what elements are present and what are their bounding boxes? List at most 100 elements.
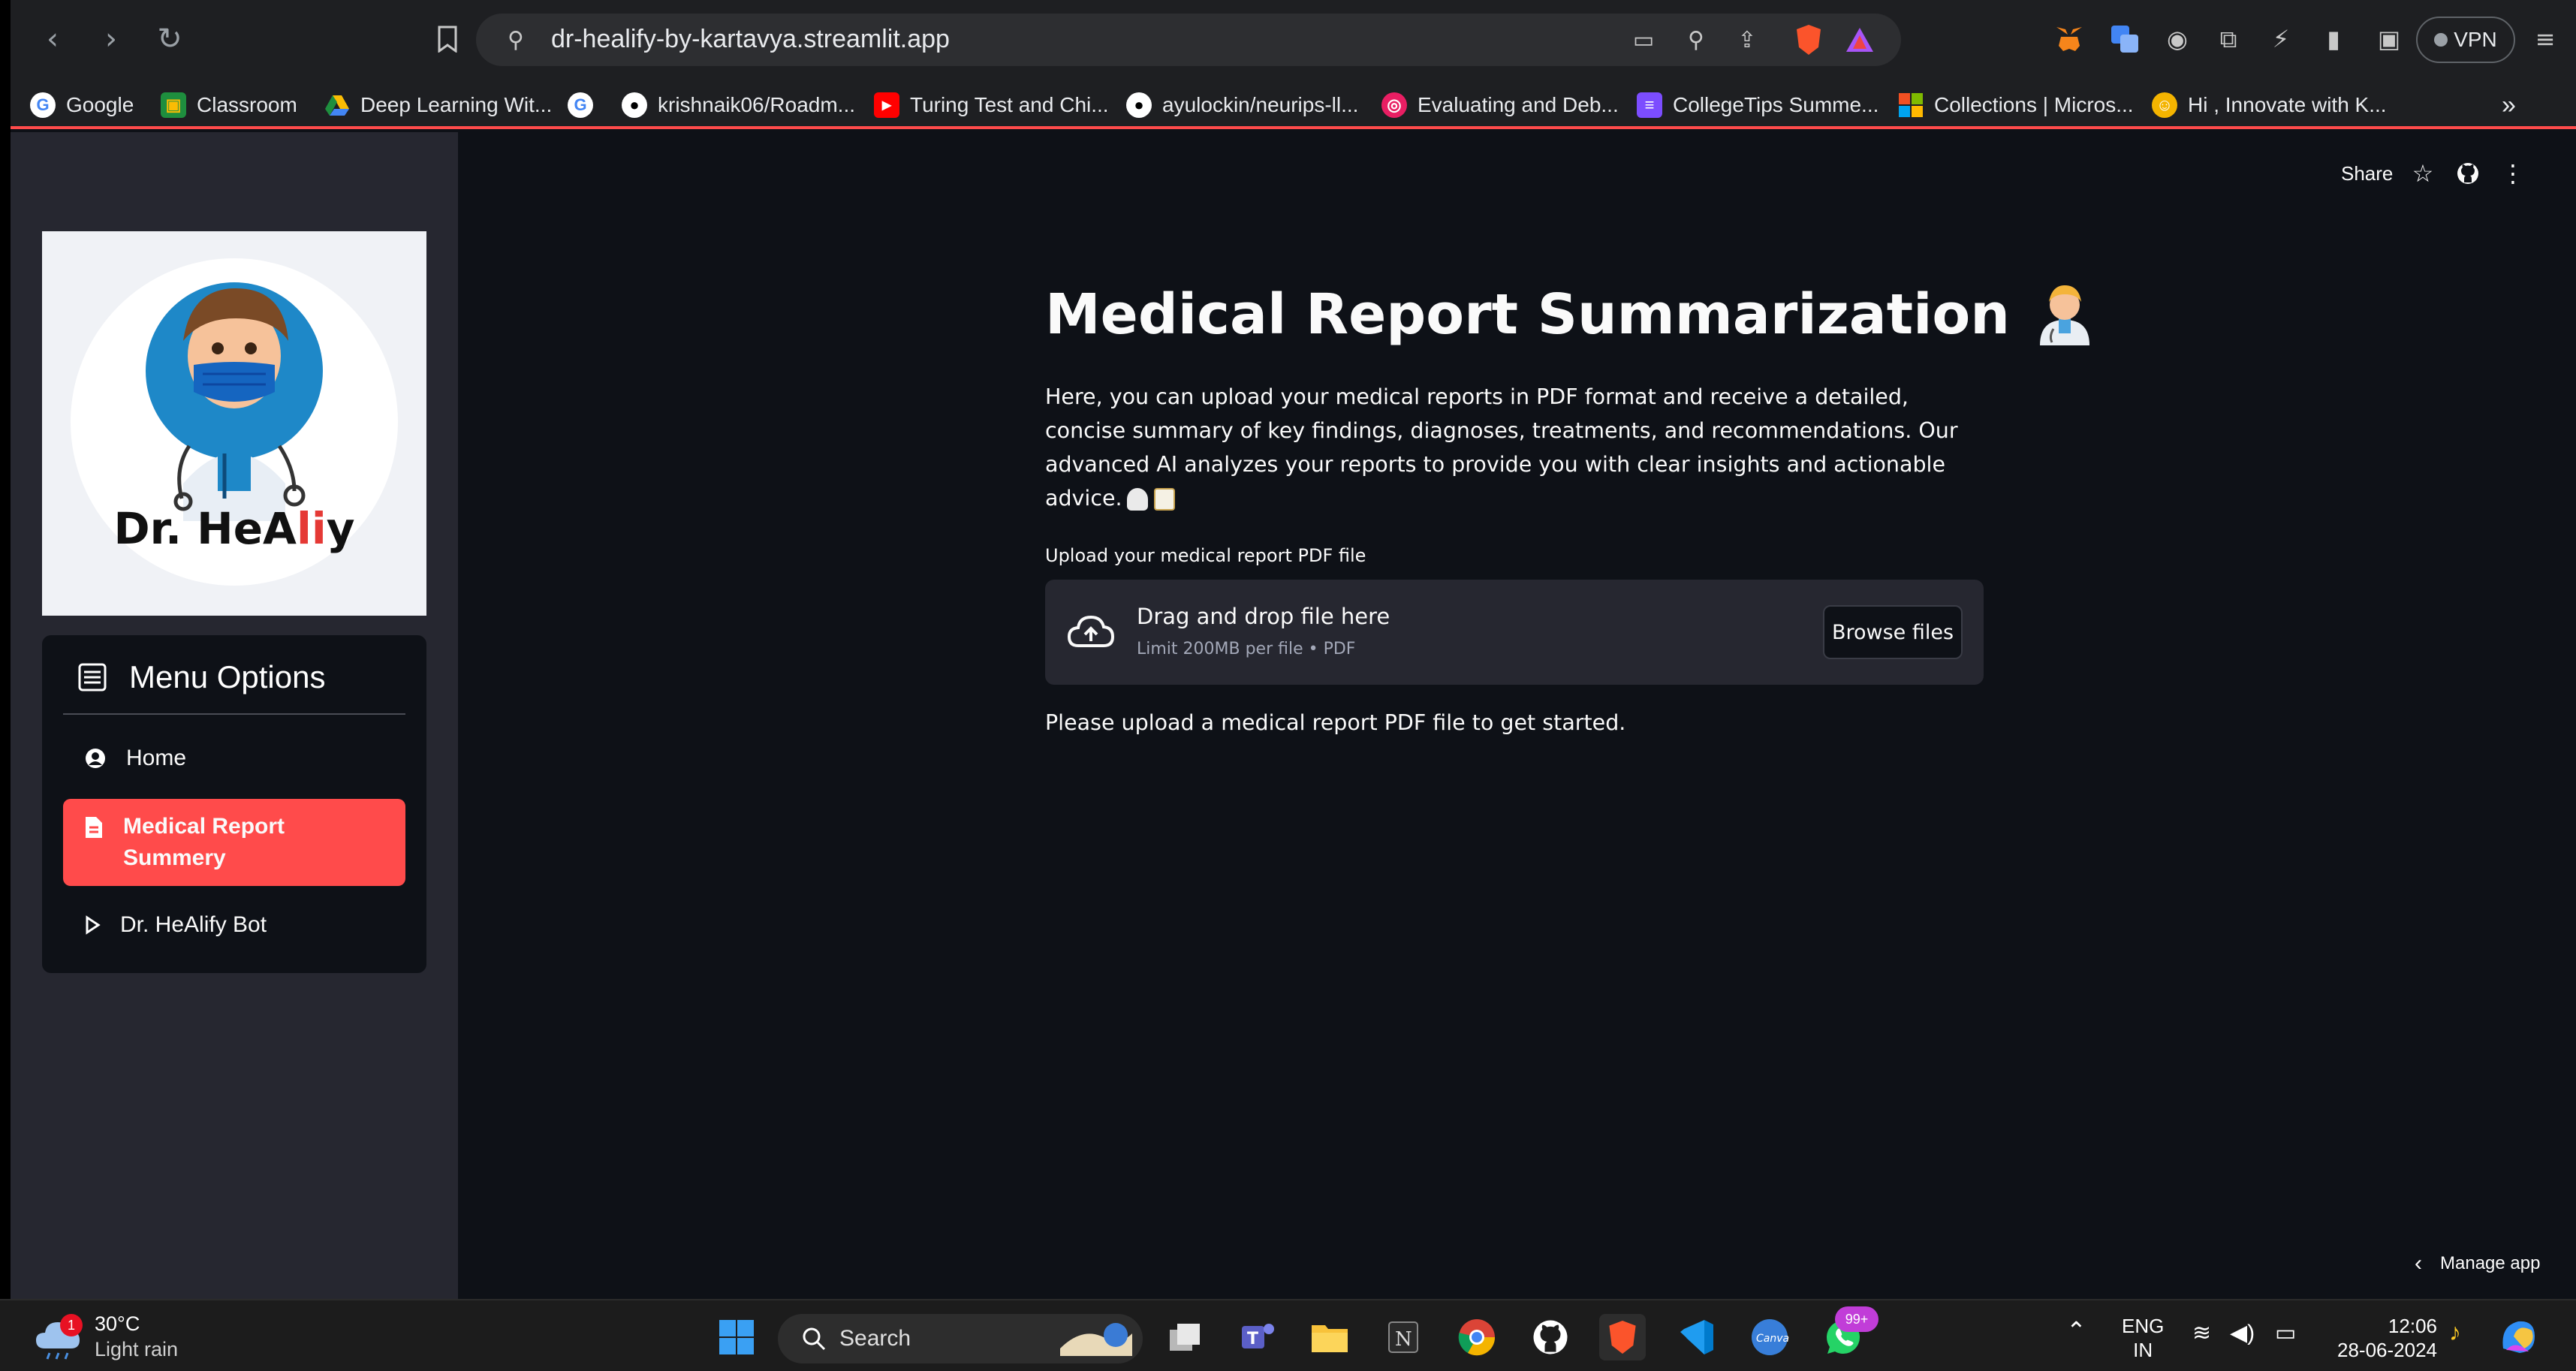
bookmark-evaluating[interactable]: ◎ Evaluating and Deb...: [1381, 90, 1619, 120]
bookmark-innovate[interactable]: ☺ Hi , Innovate with K...: [2152, 90, 2387, 120]
sidebar-item-home[interactable]: Home: [63, 737, 405, 779]
logo-text-suffix: y: [326, 503, 355, 554]
clipboard-emoji-icon: [1153, 488, 1175, 511]
bookmark-collegetips[interactable]: ≡ CollegeTips Summe...: [1637, 90, 1879, 120]
list-icon: ≡: [1637, 92, 1662, 118]
overflow-label: »: [2502, 90, 2516, 119]
clock-date: 28-06-2024: [2337, 1339, 2437, 1361]
youtube-icon: ▶: [874, 92, 899, 118]
notion-icon[interactable]: N: [1380, 1314, 1427, 1360]
more-options-icon[interactable]: ⋮: [2496, 156, 2530, 191]
google-icon: G: [30, 92, 56, 118]
brave-shields-icon[interactable]: [1790, 21, 1827, 59]
clock[interactable]: 12:06 28-06-2024: [2324, 1314, 2437, 1362]
forward-icon[interactable]: ›: [89, 17, 134, 62]
github-desktop-icon[interactable]: [1527, 1314, 1574, 1360]
chrome-icon[interactable]: [1454, 1314, 1500, 1360]
bookmark-label: Classroom: [197, 93, 297, 116]
bookmark-deep-learning[interactable]: Deep Learning Wit...: [324, 90, 552, 120]
show-hidden-icons[interactable]: ⌃: [2066, 1318, 2086, 1342]
dropzone-limit: Limit 200MB per file • PDF: [1137, 640, 1356, 658]
sidebar-item-medical-report-summery[interactable]: Medical Report Summery: [63, 799, 405, 886]
weather-badge: 1: [60, 1314, 83, 1336]
cast-icon[interactable]: ▭: [1625, 21, 1662, 59]
sidebar-item-dr-healify-bot[interactable]: Dr. HeAlify Bot: [63, 904, 405, 946]
github-icon[interactable]: [2451, 156, 2485, 191]
start-button[interactable]: [713, 1314, 760, 1360]
file-explorer-icon[interactable]: [1306, 1314, 1353, 1360]
volume-icon[interactable]: ◀): [2230, 1321, 2255, 1345]
github-icon: ●: [1126, 92, 1152, 118]
description-text: Here, you can upload your medical report…: [1045, 384, 1958, 511]
search-label: Search: [839, 1326, 911, 1351]
file-dropzone[interactable]: Drag and drop file here Limit 200MB per …: [1045, 580, 1984, 685]
extensions-icon[interactable]: ⧉: [2209, 20, 2248, 59]
share-page-icon[interactable]: ⇪: [1728, 21, 1766, 59]
sidebar: Dr. HeAliy Menu Options Home Medical Rep…: [11, 132, 458, 1299]
performance-icon[interactable]: ⚡: [2261, 20, 2300, 59]
bookmark-google[interactable]: G Google: [30, 90, 134, 120]
camera-extension-icon[interactable]: ◉: [2158, 20, 2197, 59]
bookmark-label: Google: [66, 93, 134, 116]
bookmarks-overflow-button[interactable]: »: [2502, 90, 2516, 120]
share-button[interactable]: Share: [2341, 162, 2393, 185]
canva-icon[interactable]: Canva: [1746, 1314, 1793, 1360]
translate-extension-icon[interactable]: [2105, 20, 2144, 59]
url-text: dr-healify-by-kartavya.streamlit.app: [551, 25, 950, 53]
reload-icon[interactable]: ↻: [147, 17, 192, 62]
vpn-label: VPN: [2454, 28, 2497, 51]
teams-icon[interactable]: T: [1234, 1314, 1281, 1360]
wallet-icon[interactable]: ▣: [2370, 20, 2409, 59]
target-icon: ◎: [1381, 92, 1407, 118]
upload-label: Upload your medical report PDF file: [1045, 545, 1366, 566]
weather-widget[interactable]: 1 30°C Light rain: [30, 1311, 180, 1363]
main-content: Medical Report Summarization Here, you c…: [1045, 282, 2089, 735]
address-bar[interactable]: ⚲ dr-healify-by-kartavya.streamlit.app ▭…: [476, 14, 1901, 66]
bookmark-ayulockin[interactable]: ● ayulockin/neurips-ll...: [1126, 90, 1358, 120]
vpn-button[interactable]: VPN: [2416, 17, 2515, 63]
site-settings-icon[interactable]: ⚲: [497, 21, 535, 59]
bookmark-label: krishnaik06/Roadm...: [658, 93, 856, 116]
taskbar-search[interactable]: Search: [778, 1314, 1143, 1363]
bookmark-label: CollegeTips Summe...: [1673, 93, 1879, 116]
play-icon: [86, 915, 101, 935]
bookmark-classroom[interactable]: ▣ Classroom: [161, 90, 297, 120]
task-view-icon[interactable]: [1162, 1314, 1209, 1360]
logo-wordmark: Dr. HeAliy: [71, 503, 398, 554]
bookmark-label: Turing Test and Chi...: [910, 93, 1109, 116]
page-title-text: Medical Report Summarization: [1045, 282, 2010, 347]
star-icon[interactable]: ☆: [2406, 156, 2440, 191]
search-icon: [803, 1327, 826, 1351]
menu-icon[interactable]: ≡: [2526, 20, 2565, 59]
browse-files-button[interactable]: Browse files: [1823, 605, 1963, 659]
battery-icon[interactable]: ▭: [2275, 1321, 2296, 1345]
metamask-extension-icon[interactable]: [2050, 20, 2089, 59]
bookmark-label: Collections | Micros...: [1934, 93, 2134, 116]
copilot-icon[interactable]: [2496, 1314, 2541, 1364]
browser-window: ‹ › ↻ ⚲ dr-healify-by-kartavya.streamlit…: [11, 0, 2576, 1299]
language-indicator[interactable]: ENG IN: [2122, 1314, 2164, 1362]
description-emojis: [1126, 488, 1175, 511]
google-icon: G: [568, 92, 593, 118]
logo-text-prefix: Dr. HeA: [113, 503, 297, 554]
brave-rewards-icon[interactable]: [1841, 21, 1879, 59]
user-circle-icon: [86, 749, 105, 768]
sidebar-toggle-icon[interactable]: ▮: [2314, 20, 2353, 59]
manage-app-button[interactable]: ‹ Manage app: [2415, 1251, 2540, 1276]
bookmark-google-2[interactable]: G: [568, 90, 593, 120]
vscode-icon[interactable]: [1673, 1314, 1719, 1360]
zoom-icon[interactable]: ⚲: [1677, 21, 1715, 59]
bookmark-turing-test[interactable]: ▶ Turing Test and Chi...: [874, 90, 1109, 120]
github-icon: ●: [622, 92, 647, 118]
bookmark-krishnaik[interactable]: ● krishnaik06/Roadm...: [622, 90, 855, 120]
bookmark-collections[interactable]: Collections | Micros...: [1898, 90, 2134, 120]
temperature: 30°C: [95, 1312, 140, 1335]
streamlit-app: Dr. HeAliy Menu Options Home Medical Rep…: [11, 132, 2576, 1299]
back-icon[interactable]: ‹: [30, 17, 75, 62]
bookmark-icon[interactable]: [425, 17, 470, 62]
drive-icon: [324, 92, 350, 118]
brave-taskbar-icon[interactable]: [1599, 1314, 1646, 1360]
sidebar-item-label: Home: [126, 746, 187, 770]
wifi-icon[interactable]: ≋: [2192, 1321, 2211, 1345]
notification-bell-icon[interactable]: ♪: [2449, 1320, 2461, 1344]
